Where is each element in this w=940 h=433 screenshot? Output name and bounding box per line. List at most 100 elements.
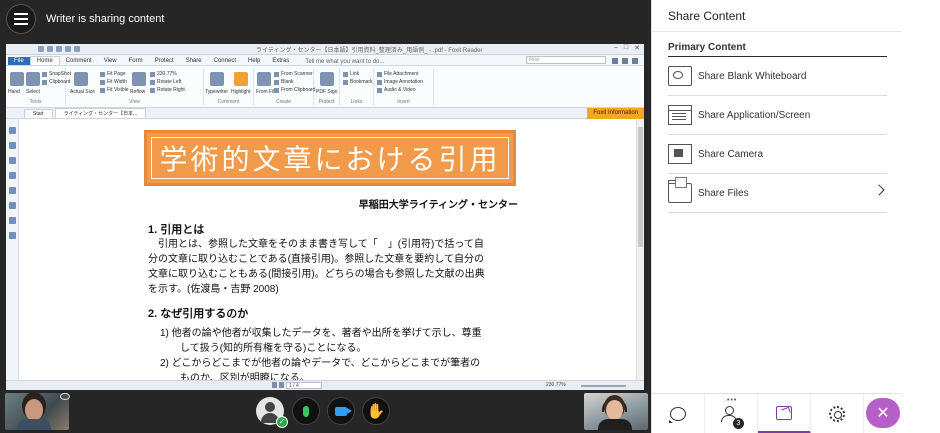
- session-menu-button[interactable]: [6, 4, 36, 34]
- section-2-list: 1) 他者の論や他者が収集したデータを、著者や出所を挙げて示し、尊重 して扱う(…: [160, 326, 520, 386]
- hand-raise-icon: ✋: [366, 403, 386, 420]
- zoom-slider: [581, 385, 626, 387]
- tab-comment: Comment: [65, 58, 92, 64]
- from-clipboard-tool: From Clipboard: [274, 87, 315, 93]
- hand-icon: [8, 127, 16, 134]
- files-icon: [668, 177, 692, 203]
- group-label-tools: Tools: [29, 99, 42, 105]
- foxit-window-title: ライティング・センター【日本語】引用資料_整理済み_用語例_ - .pdf - …: [256, 48, 483, 54]
- session-stage: Writer is sharing content ライティング・センター【日本…: [0, 0, 651, 433]
- typewriter-label: Typewriter: [205, 89, 229, 95]
- doc-tab-start: Start: [24, 109, 53, 118]
- microphone-button[interactable]: [292, 397, 320, 425]
- blank-tool: Blank: [274, 79, 294, 85]
- attendee-count-badge: 3: [733, 418, 744, 429]
- hand-tool-label: Hand: [8, 89, 20, 95]
- ribbon-group-view: Actual Size Fit Page Fit Width Fit Visib…: [66, 68, 204, 106]
- clipboard-icon: [274, 87, 279, 93]
- chat-button[interactable]: [652, 394, 705, 433]
- avatar-icon: [265, 402, 275, 412]
- paragraph-line: 文章に取り込むこともある(間接引用)。どちらの場合も参照した文献の出典: [148, 269, 485, 280]
- participant-face: [25, 399, 43, 421]
- zoom-icon: [150, 71, 155, 77]
- my-status-button[interactable]: ✓: [256, 397, 288, 428]
- session-top-bar: Writer is sharing content: [0, 0, 651, 38]
- participant-body: [598, 419, 632, 430]
- ribbon-group-comment: Typewriter Highlight Comment: [204, 68, 254, 106]
- share-files-option[interactable]: Share Files: [668, 174, 887, 213]
- microphone-icon: [303, 405, 309, 417]
- highlight-label: Highlight: [231, 89, 251, 95]
- share-content-button[interactable]: [758, 394, 811, 433]
- rotate-right-tool: Rotate Right: [150, 87, 185, 93]
- select-icon: [26, 72, 40, 86]
- settings-button[interactable]: [811, 394, 864, 433]
- image-icon: [377, 79, 382, 85]
- tab-file: File: [8, 57, 30, 65]
- link-tool: Link: [343, 71, 359, 77]
- shared-screen: ライティング・センター【日本語】引用資料_整理済み_用語例_ - .pdf - …: [6, 44, 644, 390]
- signature-icon: [8, 232, 16, 239]
- foxit-status-bar: 1 / 4 230.77%: [6, 380, 644, 390]
- audio-video-tool: Audio & Video: [377, 87, 416, 93]
- sharing-status-text: Writer is sharing content: [46, 13, 165, 25]
- fit-width-icon: [100, 79, 105, 85]
- zoom-level: 230.77%: [546, 382, 566, 388]
- option-label: Share Files: [698, 187, 749, 199]
- document-tabs: Start ライティング・センター【日本... Foxit Informatio…: [6, 108, 644, 120]
- ribbon-group-protect: PDF Sign Protect: [314, 68, 340, 106]
- paragraph-line: 引用とは、参照した文章をそのまま書き写して「 」(引用符)で括って自: [148, 239, 484, 250]
- select-tool-label: Select: [26, 89, 40, 95]
- quick-access-toolbar: [38, 46, 80, 52]
- pdf-sign-icon: [320, 72, 334, 86]
- rotate-right-icon: [150, 87, 155, 93]
- participant-video-left[interactable]: [5, 393, 69, 430]
- scanner-icon: [274, 71, 279, 77]
- group-label-comment: Comment: [217, 99, 240, 105]
- ribbon-group-links: Link Bookmark Links: [340, 68, 374, 106]
- share-icon: [776, 405, 792, 420]
- share-camera-option[interactable]: Share Camera: [668, 135, 887, 174]
- list-line: して扱う(知的所有権を守る)ことになる。: [160, 343, 367, 354]
- help-icon: [632, 58, 638, 64]
- share-whiteboard-option[interactable]: Share Blank Whiteboard: [668, 57, 887, 96]
- bookmark-tool: Bookmark: [343, 79, 373, 85]
- open-icon: [38, 46, 44, 52]
- tab-extras: Extras: [272, 58, 290, 64]
- tab-protect: Protect: [154, 58, 174, 64]
- screen-icon: [668, 105, 692, 125]
- participant-video-right[interactable]: [584, 393, 648, 430]
- session-control-bar: [0, 391, 651, 433]
- comments-icon: [8, 202, 16, 209]
- search-icon: [612, 58, 618, 64]
- first-page-icon: [272, 382, 277, 388]
- window-controls: – □ ✕: [614, 44, 640, 52]
- attendees-button[interactable]: ••• 3: [705, 394, 758, 433]
- reflow-label: Reflow: [130, 89, 146, 95]
- camera-button[interactable]: [327, 397, 355, 425]
- document-author: 早稲田大学ライティング・センター: [358, 200, 518, 211]
- file-attachment-tool: File Attachment: [377, 71, 418, 77]
- group-label-create: Create: [275, 99, 291, 105]
- eye-icon[interactable]: [60, 393, 70, 400]
- print-icon: [56, 46, 62, 52]
- tab-view: View: [103, 58, 117, 64]
- minimize-icon: –: [613, 44, 618, 51]
- whiteboard-icon: [668, 66, 692, 86]
- collaborate-session: Writer is sharing content ライティング・センター【日本…: [0, 0, 940, 433]
- zoom-tool: 230.77%: [150, 71, 177, 77]
- panel-divider: [652, 31, 903, 32]
- share-screen-option[interactable]: Share Application/Screen: [668, 96, 887, 135]
- fit-page-icon: [100, 71, 105, 77]
- hamburger-icon: [14, 23, 28, 25]
- paragraph-line: 分の文章に取り込むことである(直接引用)。参照した文章を要約して自分の: [148, 254, 484, 265]
- camera-icon: [335, 406, 352, 416]
- settings-icon: [622, 58, 628, 64]
- fit-visible-tool: Fit Visible: [100, 87, 129, 93]
- raise-hand-button[interactable]: ✋: [362, 397, 390, 425]
- maximize-icon: □: [623, 44, 629, 51]
- page-number-field: 1 / 4: [286, 382, 322, 389]
- close-panel-button[interactable]: ✕: [866, 398, 900, 428]
- save-icon: [47, 46, 53, 52]
- chevron-right-icon: [873, 184, 885, 196]
